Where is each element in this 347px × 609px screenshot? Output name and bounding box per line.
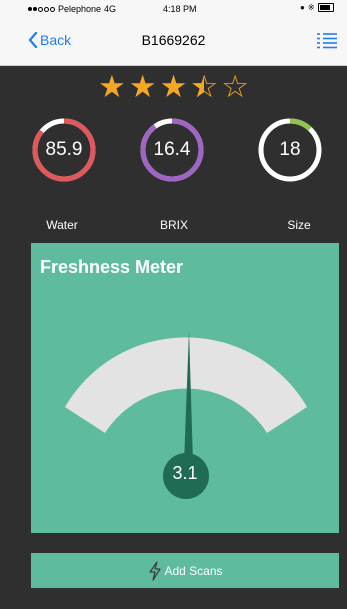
gauge-value: 16.4: [153, 139, 191, 160]
gauge-brix: 16.4: [139, 117, 205, 183]
gauge-label-brix: BRIX: [159, 218, 188, 232]
status-icons: ● ※: [300, 3, 334, 12]
network-type: 4G: [104, 4, 117, 14]
carrier-info: Pelephone 4G: [28, 4, 116, 14]
app-screen: Pelephone 4G 4:18 PM ● ※ Back B1669262 ★…: [0, 0, 347, 609]
navigation-bar: Back B1669262: [0, 18, 347, 66]
signal-icon: [28, 6, 55, 12]
star-full-icon: ★: [128, 69, 157, 104]
star-rating: ★ ★ ★ ★☆★ ☆: [98, 70, 249, 103]
gauge-value: 85.9: [45, 139, 83, 160]
gauge-value: 18: [279, 139, 301, 160]
lightning-icon: [149, 560, 162, 581]
battery-icon: [317, 3, 334, 12]
freshness-value: 3.1: [172, 463, 198, 483]
star-empty-icon: ☆: [221, 69, 249, 104]
location-icon: ●: [300, 3, 305, 12]
status-bar: Pelephone 4G 4:18 PM ● ※: [0, 0, 347, 18]
gauge-label-water: Water: [46, 218, 78, 232]
gauge-label-size: Size: [287, 218, 311, 232]
page-title: B1669262: [141, 32, 206, 48]
star-full-icon: ★: [98, 69, 126, 104]
star-half-icon: ★☆★: [190, 69, 219, 104]
gauge-water: 85.9: [31, 117, 97, 183]
star-full-icon: ★: [159, 69, 188, 104]
carrier-name: Pelephone: [58, 4, 102, 14]
gauge-size: 18: [257, 117, 323, 183]
bluetooth-icon: ※: [307, 3, 315, 12]
list-icon[interactable]: [316, 32, 338, 50]
add-scans-label: Add Scans: [164, 563, 223, 578]
add-scans-button[interactable]: Add Scans: [31, 553, 339, 588]
freshness-meter-panel: Freshness Meter 3.1: [31, 243, 339, 533]
freshness-gauge: [65, 331, 307, 499]
status-time: 4:18 PM: [163, 4, 197, 14]
